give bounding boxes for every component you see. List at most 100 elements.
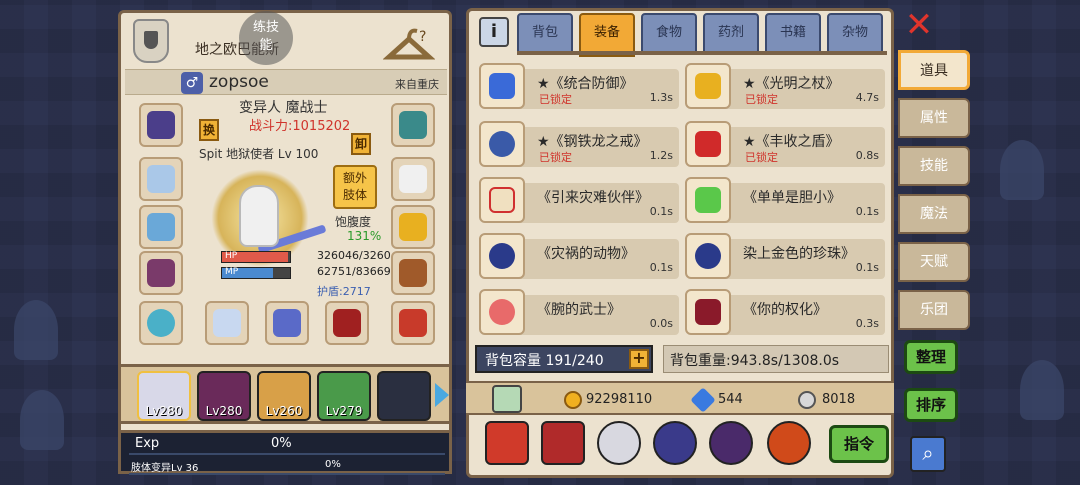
command-button[interactable]: 指令 (829, 425, 889, 463)
ninja-button[interactable] (709, 421, 753, 465)
currency-bar: 92298110 544 8018 (466, 381, 894, 415)
player-origin: 来自重庆 (395, 78, 439, 91)
party-member-empty[interactable] (377, 371, 431, 421)
body-mutation-percent: 0% (325, 459, 341, 470)
crate-button[interactable] (541, 421, 585, 465)
staff-item-icon (685, 63, 731, 109)
gold-amount: 92298110 (586, 392, 653, 407)
info-icon[interactable]: i (479, 17, 509, 47)
inventory-item[interactable]: 《腕的武士》 0.0s (479, 289, 679, 335)
practice-skill-button[interactable]: 练技 能 (239, 11, 293, 65)
expand-capacity-button[interactable]: + (629, 349, 649, 369)
party-member-3[interactable]: Lv260 (257, 371, 311, 421)
inventory-item[interactable]: ★《统合防御》 已锁定 1.3s (479, 63, 679, 109)
shrine-button[interactable] (767, 421, 811, 465)
backpack-capacity: 背包容量 191/240 + (475, 345, 653, 373)
equip-slot-accessory[interactable] (391, 301, 435, 345)
side-tab-band[interactable]: 乐团 (898, 290, 970, 330)
sort-button[interactable]: 排序 (904, 388, 958, 422)
claw-item-icon (685, 289, 731, 335)
silver-amount: 8018 (822, 392, 856, 407)
exp-percent: 0% (271, 436, 292, 451)
inventory-item[interactable]: ★《钢铁龙之戒》 已锁定 1.2s (479, 121, 679, 167)
equip-slot-armor[interactable] (139, 251, 183, 295)
hp-value: 326046/3260 (317, 249, 391, 262)
tab-books[interactable]: 书籍 (765, 13, 821, 53)
side-tab-attributes[interactable]: 属性 (898, 98, 970, 138)
hunger-label: 饱腹度 (335, 215, 372, 229)
close-icon[interactable]: ✕ (904, 8, 934, 42)
equip-slot-helmet[interactable] (139, 103, 183, 147)
inventory-panel: i 背包 装备 食物 药剂 书籍 杂物 ★《统合防御》 已锁定 1.3s ★《光… (466, 8, 894, 478)
extra-limb-button[interactable]: 额外 肢体 (333, 165, 377, 209)
exp-bar (129, 453, 445, 455)
tidy-button[interactable]: 整理 (904, 340, 958, 374)
male-icon: ♂ (181, 72, 203, 94)
mail-download-icon[interactable] (492, 385, 522, 413)
equip-slot-anchor[interactable] (391, 205, 435, 249)
side-tab-skills[interactable]: 技能 (898, 146, 970, 186)
hp-bar: HP (221, 251, 291, 263)
dice-stats-button[interactable] (485, 421, 529, 465)
mp-value: 62751/83669 (317, 265, 391, 278)
search-icon[interactable]: ⌕ (910, 436, 946, 472)
character-class: 变异人 魔战士 (239, 100, 328, 116)
body-mutation-label: 肢体变异Lv 36 (131, 463, 199, 474)
equip-slot-wing[interactable] (139, 205, 183, 249)
armor-item-icon (479, 63, 525, 109)
inventory-item[interactable]: 《单单是胆小》 0.1s (685, 177, 885, 223)
tree-decoration (14, 300, 58, 360)
player-name: zopsoe (209, 72, 269, 92)
shield-item-icon (685, 121, 731, 167)
magic-circle-button[interactable] (653, 421, 697, 465)
tab-backpack[interactable]: 背包 (517, 13, 573, 53)
equip-slot-boots[interactable] (391, 251, 435, 295)
silver-coin-icon (798, 391, 816, 409)
diamond-amount: 544 (718, 392, 743, 407)
gold-coin-icon (564, 391, 582, 409)
collar-item-icon (479, 233, 525, 279)
backpack-weight: 背包重量:943.8s/1308.0s (663, 345, 889, 373)
party-member-4[interactable]: Lv279 (317, 371, 371, 421)
tab-misc[interactable]: 杂物 (827, 13, 883, 53)
mp-bar: MP (221, 267, 291, 279)
equip-slot-weapon-2[interactable] (265, 301, 309, 345)
tree-decoration (1000, 140, 1044, 200)
equip-slot-weapon-3[interactable] (325, 301, 369, 345)
inventory-item[interactable]: ★《丰收之盾》 已锁定 0.8s (685, 121, 885, 167)
shield-value: 护盾:2717 (317, 285, 371, 298)
tab-food[interactable]: 食物 (641, 13, 697, 53)
svg-text:?: ? (419, 29, 426, 45)
swap-button[interactable]: 换 (199, 119, 219, 141)
character-header: 地之欧巴能斯 练技 能 ? (125, 11, 445, 67)
guild-crest-icon[interactable] (133, 19, 169, 63)
tree-decoration (20, 390, 64, 450)
wardrobe-hanger-icon[interactable]: ? (383, 23, 435, 63)
inventory-item[interactable]: 《灾祸的动物》 0.1s (479, 233, 679, 279)
side-tab-talent[interactable]: 天赋 (898, 242, 970, 282)
tree-decoration (1020, 360, 1064, 420)
equip-slot-necklace[interactable] (139, 157, 183, 201)
pendant-item-icon (479, 289, 525, 335)
side-tab-items[interactable]: 道具 (898, 50, 970, 90)
hunger-value: 131% (347, 229, 382, 243)
equip-slot-gloves[interactable] (391, 157, 435, 201)
equip-slot-shield[interactable] (391, 103, 435, 147)
party-member-1[interactable]: Lv280 (137, 371, 191, 421)
inventory-item[interactable]: ★《光明之杖》 已锁定 4.7s (685, 63, 885, 109)
inventory-item[interactable]: 《引来灾难伙伴》 0.1s (479, 177, 679, 223)
combat-power: 战斗力:1015202 (249, 119, 351, 134)
inventory-item[interactable]: 《你的权化》 0.3s (685, 289, 885, 335)
exchange-button[interactable] (597, 421, 641, 465)
equip-slot-weapon-1[interactable] (205, 301, 249, 345)
ring-item-icon (479, 121, 525, 167)
tab-potion[interactable]: 药剂 (703, 13, 759, 53)
diamond-icon (690, 387, 716, 413)
party-next-arrow-icon[interactable] (435, 383, 449, 407)
inventory-item[interactable]: 染上金色的珍珠》 0.1s (685, 233, 885, 279)
side-tab-magic[interactable]: 魔法 (898, 194, 970, 234)
body-mutation-bar (129, 473, 445, 475)
equip-slot-ring[interactable] (139, 301, 183, 345)
party-member-2[interactable]: Lv280 (197, 371, 251, 421)
unequip-button[interactable]: 卸 (351, 133, 371, 155)
